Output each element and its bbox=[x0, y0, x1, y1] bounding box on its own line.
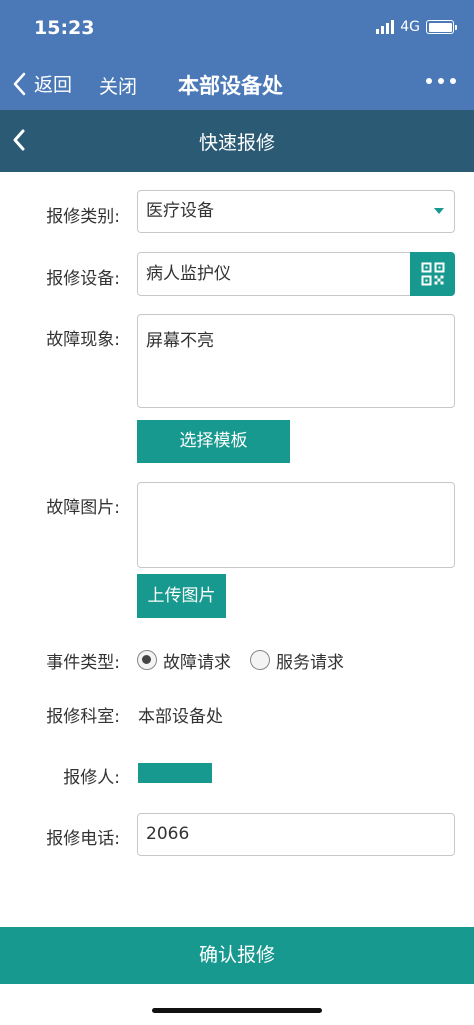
nav-title: 本部设备处 bbox=[178, 74, 283, 98]
back-chevron-icon bbox=[13, 72, 26, 95]
network-type: 4G bbox=[400, 19, 420, 35]
radio-fault-request-label[interactable]: 故障请求 bbox=[163, 648, 231, 673]
device-label: 报修设备: bbox=[46, 269, 120, 289]
category-label: 报修类别: bbox=[46, 207, 120, 227]
close-button[interactable]: 关闭 bbox=[99, 72, 137, 99]
nav-bar: 返回 关闭 本部设备处 bbox=[0, 58, 474, 110]
back-button[interactable]: 返回 bbox=[12, 70, 72, 97]
phone-input[interactable]: 2066 bbox=[137, 813, 455, 856]
reporter-value-redacted bbox=[138, 763, 212, 783]
dept-value: 本部设备处 bbox=[138, 707, 223, 727]
page-title: 快速报修 bbox=[198, 132, 275, 154]
qr-code-icon bbox=[421, 262, 444, 286]
fault-value: 屏幕不亮 bbox=[146, 331, 214, 351]
event-type-label: 事件类型: bbox=[46, 653, 120, 673]
device-value: 病人监护仪 bbox=[146, 264, 231, 284]
fault-textarea[interactable]: 屏幕不亮 bbox=[137, 314, 455, 408]
more-dots-icon[interactable] bbox=[426, 78, 456, 84]
status-indicators: 4G bbox=[376, 19, 457, 35]
status-bar: 15:23 4G bbox=[0, 0, 474, 58]
category-select[interactable]: 医疗设备 bbox=[137, 190, 455, 233]
radio-service-request[interactable] bbox=[250, 650, 270, 670]
scan-qr-button[interactable] bbox=[410, 252, 455, 296]
phone-label: 报修电话: bbox=[46, 829, 120, 849]
reporter-label: 报修人: bbox=[63, 768, 120, 788]
home-indicator[interactable] bbox=[152, 1008, 322, 1013]
upload-image-button[interactable]: 上传图片 bbox=[137, 574, 226, 618]
fault-label: 故障现象: bbox=[46, 330, 120, 350]
radio-service-request-label[interactable]: 服务请求 bbox=[276, 648, 344, 673]
select-template-button[interactable]: 选择模板 bbox=[137, 420, 290, 463]
signal-icon bbox=[376, 20, 395, 34]
phone-value: 2066 bbox=[146, 824, 190, 844]
confirm-repair-button[interactable]: 确认报修 bbox=[0, 927, 474, 984]
image-label: 故障图片: bbox=[46, 498, 120, 518]
device-input[interactable]: 病人监护仪 bbox=[137, 252, 415, 296]
category-value: 医疗设备 bbox=[146, 201, 214, 221]
dept-label: 报修科室: bbox=[46, 707, 120, 727]
battery-icon bbox=[426, 20, 457, 34]
dropdown-arrow-icon bbox=[434, 208, 444, 214]
page-header: 快速报修 bbox=[0, 110, 474, 172]
image-area[interactable] bbox=[137, 482, 455, 568]
back-label: 返回 bbox=[34, 74, 73, 96]
radio-fault-request[interactable] bbox=[137, 650, 157, 670]
status-time: 15:23 bbox=[34, 17, 95, 39]
